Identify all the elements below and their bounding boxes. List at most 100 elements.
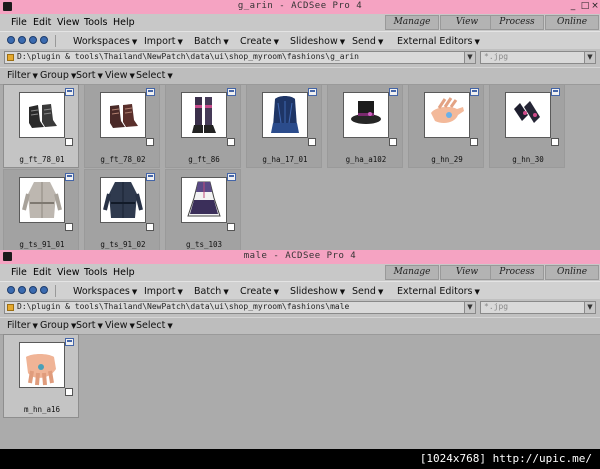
menu-tools[interactable]: Tools bbox=[84, 267, 107, 278]
menu-view[interactable]: View bbox=[57, 17, 80, 28]
menu-file[interactable]: File bbox=[11, 267, 27, 278]
import-menu[interactable]: Import ▼ bbox=[144, 286, 183, 297]
chevron-down-icon: ▼ bbox=[129, 322, 135, 330]
path-input[interactable]: D:\plugin & tools\Thailand\NewPatch\data… bbox=[4, 51, 476, 64]
file-thumbnail[interactable]: g_ha_a102 bbox=[327, 84, 403, 168]
menu-help[interactable]: Help bbox=[113, 267, 135, 278]
mode-tab-online[interactable]: Online bbox=[545, 265, 599, 280]
home-icon[interactable] bbox=[40, 36, 48, 44]
up-icon[interactable] bbox=[29, 286, 37, 294]
select-checkbox[interactable] bbox=[146, 223, 154, 231]
home-icon[interactable] bbox=[40, 286, 48, 294]
mode-tab-online[interactable]: Online bbox=[545, 15, 599, 30]
create-menu[interactable]: Create ▼ bbox=[240, 286, 279, 297]
up-icon[interactable] bbox=[29, 36, 37, 44]
sort-label: Sort bbox=[76, 70, 96, 81]
slideshow-menu[interactable]: Slideshow ▼ bbox=[290, 286, 345, 297]
select-checkbox[interactable] bbox=[470, 138, 478, 146]
send-label: Send bbox=[352, 286, 376, 297]
minimize-icon[interactable]: _ bbox=[568, 2, 578, 11]
select-checkbox[interactable] bbox=[227, 223, 235, 231]
select-menu[interactable]: Select ▼ bbox=[136, 70, 173, 81]
file-thumbnail[interactable]: g_hn_30 bbox=[489, 84, 565, 168]
menu-view[interactable]: View bbox=[57, 267, 80, 278]
mode-tab-process[interactable]: Process bbox=[490, 15, 544, 30]
send-menu[interactable]: Send ▼ bbox=[352, 286, 383, 297]
file-thumbnail[interactable]: g_ha_17_01 bbox=[246, 84, 322, 168]
thumbnail-image bbox=[100, 177, 146, 223]
slideshow-menu[interactable]: Slideshow ▼ bbox=[290, 36, 345, 47]
path-dropdown-icon[interactable]: ▼ bbox=[464, 302, 475, 313]
file-thumbnail[interactable]: m_hn_a16 bbox=[3, 334, 79, 418]
filter-dropdown-icon[interactable]: ▼ bbox=[584, 302, 595, 313]
file-name: g_ts_103 bbox=[185, 240, 223, 249]
select-label: Select bbox=[136, 320, 166, 331]
view-menu[interactable]: View ▼ bbox=[105, 320, 135, 331]
group-menu[interactable]: Group ▼ bbox=[40, 70, 76, 81]
view-menu[interactable]: View ▼ bbox=[105, 70, 135, 81]
batch-menu[interactable]: Batch ▼ bbox=[194, 36, 229, 47]
batch-menu[interactable]: Batch ▼ bbox=[194, 286, 229, 297]
back-icon[interactable] bbox=[7, 286, 15, 294]
menu-edit[interactable]: Edit bbox=[33, 267, 51, 278]
file-filter-input[interactable]: *.jpg ▼ bbox=[480, 301, 596, 314]
forward-icon[interactable] bbox=[18, 36, 26, 44]
file-thumbnail[interactable]: g_ts_91_02 bbox=[84, 169, 160, 253]
select-checkbox[interactable] bbox=[146, 138, 154, 146]
title-bar[interactable]: male - ACDSee Pro 4 bbox=[0, 250, 600, 264]
sort-menu[interactable]: Sort ▼ bbox=[76, 70, 103, 81]
menu-bar: File Edit View Tools Help Manage View Pr… bbox=[0, 264, 600, 281]
create-menu[interactable]: Create ▼ bbox=[240, 36, 279, 47]
workspaces-menu[interactable]: Workspaces ▼ bbox=[73, 286, 137, 297]
chevron-down-icon: ▼ bbox=[339, 38, 346, 46]
menu-help[interactable]: Help bbox=[113, 17, 135, 28]
workspaces-menu[interactable]: Workspaces ▼ bbox=[73, 36, 137, 47]
filter-dropdown-icon[interactable]: ▼ bbox=[584, 52, 595, 63]
window-title: male - ACDSee Pro 4 bbox=[243, 251, 357, 261]
close-icon[interactable]: × bbox=[590, 2, 600, 11]
file-thumbnail[interactable]: g_ft_86 bbox=[165, 84, 241, 168]
path-dropdown-icon[interactable]: ▼ bbox=[464, 52, 475, 63]
sort-menu[interactable]: Sort ▼ bbox=[76, 320, 103, 331]
select-checkbox[interactable] bbox=[551, 138, 559, 146]
maximize-icon[interactable]: □ bbox=[580, 2, 590, 11]
group-menu[interactable]: Group ▼ bbox=[40, 320, 76, 331]
send-menu[interactable]: Send ▼ bbox=[352, 36, 383, 47]
select-checkbox[interactable] bbox=[227, 138, 235, 146]
mode-tab-manage[interactable]: Manage bbox=[385, 15, 439, 30]
file-thumbnail[interactable]: g_ft_78_02 bbox=[84, 84, 160, 168]
file-filter-input[interactable]: *.jpg ▼ bbox=[480, 51, 596, 64]
import-menu[interactable]: Import ▼ bbox=[144, 36, 183, 47]
forward-icon[interactable] bbox=[18, 286, 26, 294]
chevron-down-icon: ▼ bbox=[377, 38, 384, 46]
title-bar[interactable]: g_arin - ACDSee Pro 4 bbox=[0, 0, 600, 14]
filter-menu[interactable]: Filter ▼ bbox=[7, 320, 38, 331]
back-icon[interactable] bbox=[7, 36, 15, 44]
external-editors-menu[interactable]: External Editors ▼ bbox=[397, 36, 480, 47]
external-editors-menu[interactable]: External Editors ▼ bbox=[397, 286, 480, 297]
mode-tab-process[interactable]: Process bbox=[490, 265, 544, 280]
external-editors-label: External Editors bbox=[397, 286, 473, 297]
menu-file[interactable]: File bbox=[11, 17, 27, 28]
send-label: Send bbox=[352, 36, 376, 47]
file-thumbnail[interactable]: g_ts_103 bbox=[165, 169, 241, 253]
mode-tab-manage[interactable]: Manage bbox=[385, 265, 439, 280]
sort-label: Sort bbox=[76, 320, 96, 331]
image-type-icon bbox=[389, 88, 398, 96]
select-checkbox[interactable] bbox=[65, 388, 73, 396]
file-thumbnail[interactable]: g_ft_78_01 bbox=[3, 84, 79, 168]
mode-tab-view[interactable]: View bbox=[440, 15, 494, 30]
file-thumbnail[interactable]: g_hn_29 bbox=[408, 84, 484, 168]
select-checkbox[interactable] bbox=[65, 223, 73, 231]
path-input[interactable]: D:\plugin & tools\Thailand\NewPatch\data… bbox=[4, 301, 476, 314]
file-thumbnail[interactable]: g_ts_91_01 bbox=[3, 169, 79, 253]
menu-tools[interactable]: Tools bbox=[84, 17, 107, 28]
filter-menu[interactable]: Filter ▼ bbox=[7, 70, 38, 81]
menu-edit[interactable]: Edit bbox=[33, 17, 51, 28]
image-type-icon bbox=[227, 173, 236, 181]
select-checkbox[interactable] bbox=[308, 138, 316, 146]
select-checkbox[interactable] bbox=[389, 138, 397, 146]
select-menu[interactable]: Select ▼ bbox=[136, 320, 173, 331]
mode-tab-view[interactable]: View bbox=[440, 265, 494, 280]
select-checkbox[interactable] bbox=[65, 138, 73, 146]
